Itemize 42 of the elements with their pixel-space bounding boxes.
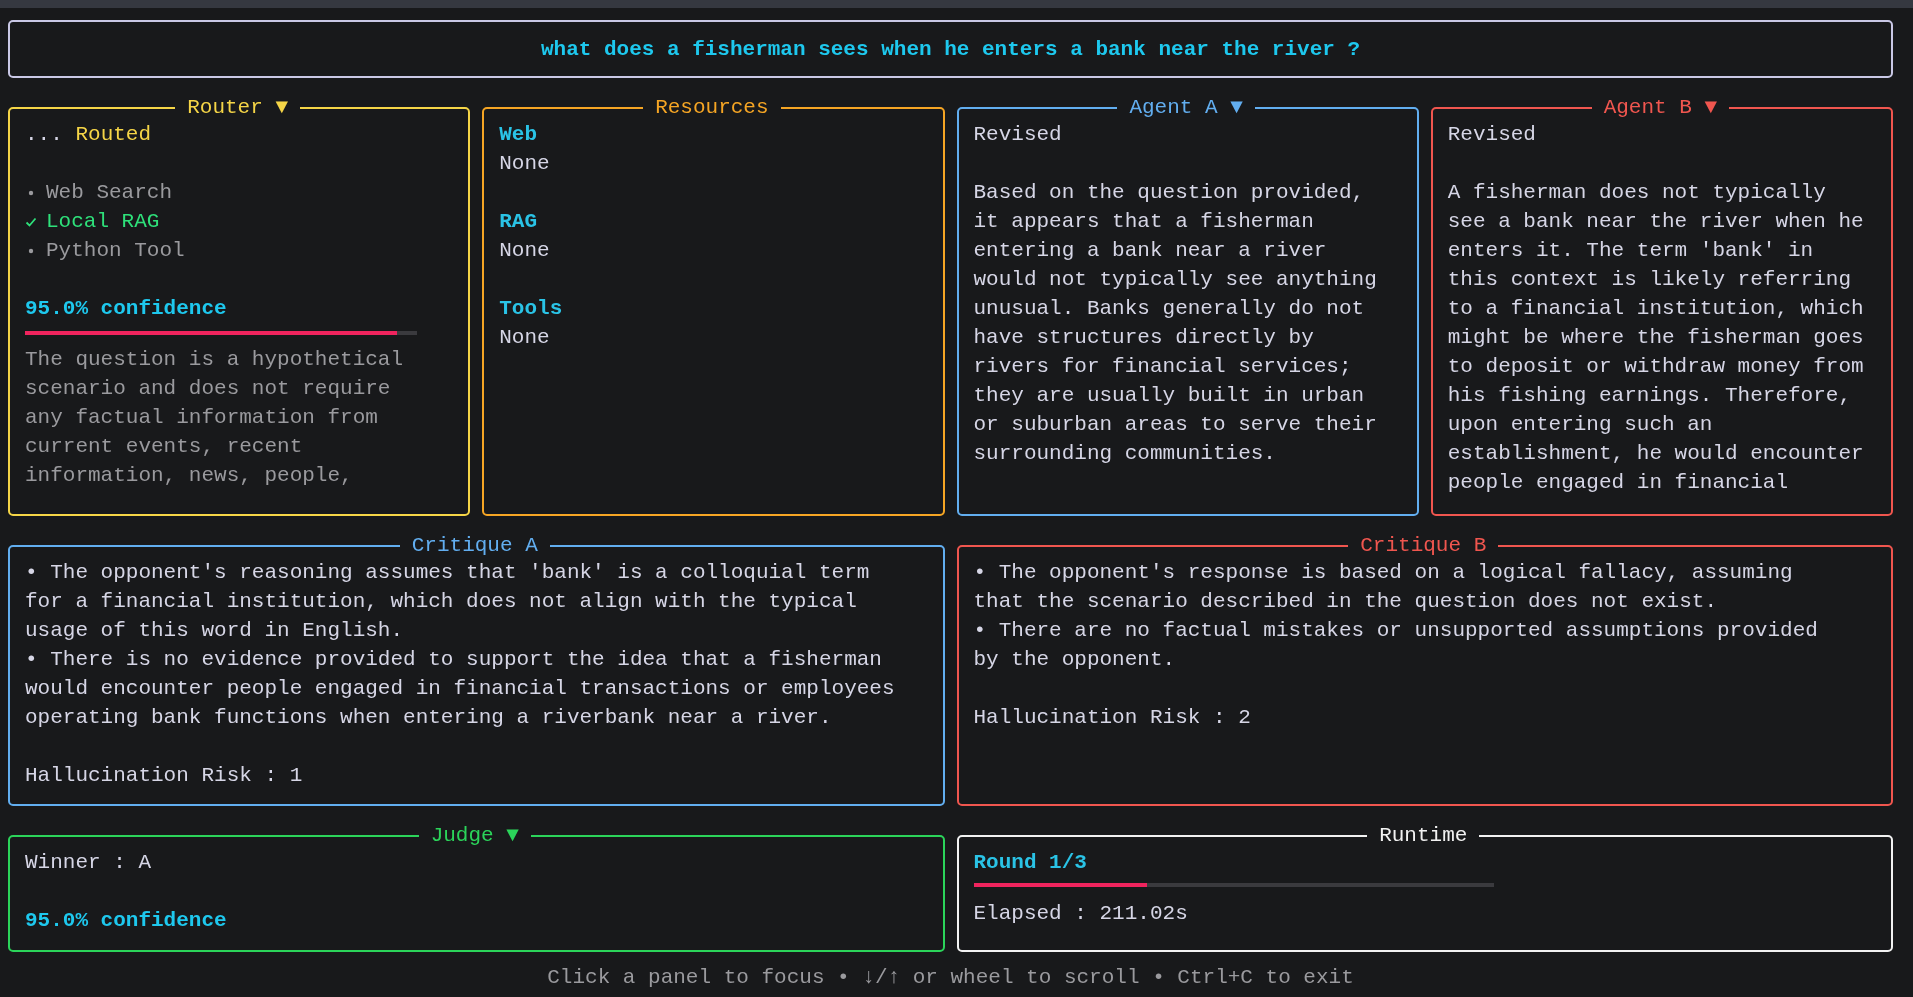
judge-panel[interactable]: Judge ▼ Winner : A 95.0% confidence — [8, 824, 945, 952]
section-value: None — [499, 151, 551, 177]
critique-point: • There is no evidence provided to support the idea that a fisherman would encounter people engaged in financial transactions or employees operating bank functions when entering a riverbank near a river. — [25, 647, 895, 731]
panel-title: Critique B — [1359, 536, 1488, 558]
risk-text: Hallucination Risk : 1 — [25, 763, 304, 789]
panel-title: Agent B ▼ — [1602, 98, 1719, 120]
critique-panel[interactable] — [956, 534, 1893, 806]
answer-text: A fisherman does not typically see a bank near the river when he enters it. The term 'bank' in this context is likely referring to a financial institution, which might be where the fisherman goes to deposit or withdraw money from his fishing earnings. Therefore, upon entering such an establishment, he would encounter people engaged in financial — [1447, 180, 1864, 496]
status-text: Revised — [973, 122, 1063, 148]
status-ellipsis: ... — [25, 123, 63, 146]
reasoning-text: The question is a hypothetical scenario and does not require any factual information from current events, recent information, news, people, — [25, 347, 405, 489]
section-value: None — [499, 325, 551, 351]
status-text: Revised — [1447, 122, 1537, 148]
footer-hint: Click a panel to focus • ↓/↑ or wheel to scroll • Ctrl+C to exit — [547, 966, 1354, 989]
elapsed-text: Elapsed : 211.02s — [973, 901, 1189, 927]
critique-panel[interactable] — [8, 534, 945, 806]
panel-title: Runtime — [1378, 826, 1469, 848]
critique-point: • The opponent's response is based on a logical fallacy, assuming that the scenario described in the question does not exist. — [973, 560, 1794, 615]
critique-point: • There are no factual mistakes or unsupported assumptions provided by the opponent. — [973, 618, 1819, 673]
answer-text: Based on the question provided, it appears that a fisherman entering a bank near a river would not typically see anything unusual. Banks generally do not have structures directly by rivers for financial services; they are usually built in urban or suburban areas to serve their surrounding communities. — [973, 180, 1378, 467]
panel-title: Judge ▼ — [429, 826, 520, 848]
tool-item: Python Tool — [46, 238, 185, 264]
tool-item: Local RAG — [46, 209, 160, 235]
panel-title: Resources — [654, 98, 770, 120]
runtime-panel[interactable]: Runtime Round 1/3 Elapsed : 211.02s — [956, 824, 1893, 952]
section-value: None — [499, 238, 551, 264]
section-heading: Tools — [499, 296, 564, 322]
risk-text: Hallucination Risk : 2 — [973, 705, 1252, 731]
panel-title: Router ▼ — [186, 98, 290, 120]
tool-item: Web Search — [46, 180, 173, 206]
confidence-text: 95.0% confidence — [25, 908, 228, 934]
round-text: Round 1/3 — [973, 850, 1088, 876]
winner-text: Winner : A — [25, 850, 153, 876]
critique-point: • The opponent's reasoning assumes that 'bank' is a colloquial term for a financial institution, which does not align with the typical usage of this word in English. — [25, 560, 871, 644]
panel-title: Critique A — [410, 536, 539, 558]
panel-title: Agent A ▼ — [1128, 98, 1244, 120]
confidence-text: 95.0% confidence — [25, 296, 228, 322]
question-text: what does a fisherman sees when he enters a bank near the river ? — [540, 37, 1361, 61]
section-heading: RAG — [499, 209, 539, 235]
check-icon — [25, 215, 37, 228]
status-text: Routed — [75, 123, 152, 146]
section-heading: Web — [499, 122, 539, 148]
